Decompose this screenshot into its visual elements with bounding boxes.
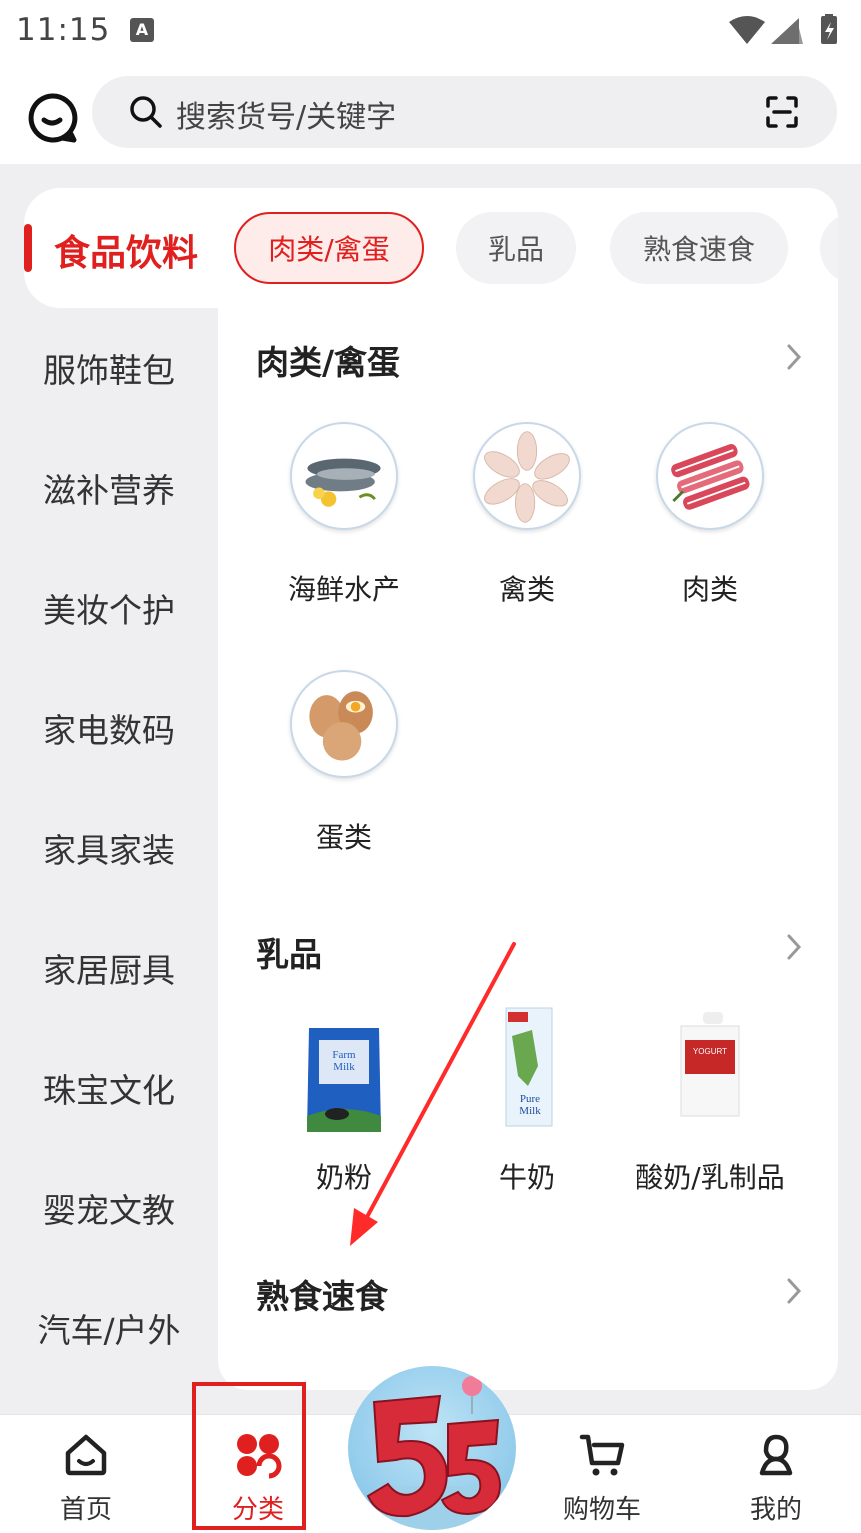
tab-meat-eggs[interactable]: 肉类/禽蛋: [234, 212, 424, 284]
status-bar: 11:15 A: [0, 0, 861, 60]
category-item-label: 蛋类: [315, 821, 372, 854]
chicken-icon: [473, 422, 581, 530]
search-placeholder: 搜索货号/关键字: [176, 100, 397, 135]
nav-label-home: 首页: [59, 1495, 112, 1525]
category-item-eggs[interactable]: 蛋类: [259, 670, 429, 856]
section-title-deli: 熟食速食: [256, 1277, 388, 1316]
category-item-meat[interactable]: 肉类: [625, 422, 795, 608]
category-item-yogurt[interactable]: YOGURT 酸奶/乳制品: [625, 1006, 795, 1196]
keyboard-a-icon: A: [130, 18, 154, 42]
nav-label-profile: 我的: [749, 1495, 802, 1525]
sidebar-item-nutrition[interactable]: 滋补营养: [0, 428, 218, 548]
sidebar-item-furniture[interactable]: 家具家装: [0, 788, 218, 908]
tab-dairy[interactable]: 乳品: [456, 212, 576, 284]
category-item-label: 肉类: [681, 573, 738, 606]
chevron-right-icon[interactable]: [784, 1276, 804, 1306]
nav-cart[interactable]: 购物车: [542, 1415, 662, 1533]
yogurt-icon: YOGURT: [655, 1006, 765, 1136]
tab-deli[interactable]: 熟食速食: [610, 212, 788, 284]
sidebar-item-auto-outdoor[interactable]: 汽车/户外: [0, 1268, 218, 1388]
tab-more[interactable]: [820, 212, 838, 284]
meat-icon: [656, 422, 764, 530]
category-item-poultry[interactable]: 禽类: [442, 422, 612, 608]
sidebar-item-beauty[interactable]: 美妆个护: [0, 548, 218, 668]
category-item-label: 酸奶/乳制品: [635, 1161, 785, 1194]
fish-icon: [290, 422, 398, 530]
subcategory-tabs: 肉类/禽蛋 乳品 熟食速食: [234, 212, 838, 284]
status-indicators-icon: [729, 14, 837, 44]
annotation-arrow-icon: [350, 942, 516, 1246]
nav-label-cart: 购物车: [562, 1495, 641, 1525]
chevron-right-icon[interactable]: [784, 342, 804, 372]
sidebar-item-clothing[interactable]: 服饰鞋包: [0, 308, 218, 428]
header: 搜索货号/关键字: [0, 60, 861, 164]
section-title-dairy: 乳品: [256, 935, 322, 974]
status-time: 11:15: [16, 12, 111, 48]
nav-profile[interactable]: 我的: [716, 1415, 836, 1533]
scan-icon[interactable]: [765, 95, 799, 129]
sidebar-item-jewelry[interactable]: 珠宝文化: [0, 1028, 218, 1148]
promo-5-icon: [366, 1376, 502, 1530]
category-sidebar: 服饰鞋包 滋补营养 美妆个护 家电数码 家具家装 家居厨具 珠宝文化 婴宠文教 …: [0, 164, 218, 1414]
promo-badge[interactable]: [348, 1366, 516, 1530]
category-item-seafood[interactable]: 海鲜水产: [259, 422, 429, 608]
svg-text:YOGURT: YOGURT: [693, 1047, 727, 1056]
cart-icon: [579, 1434, 625, 1476]
search-icon: [130, 96, 162, 128]
chevron-right-icon[interactable]: [784, 932, 804, 962]
customer-service-chat-icon[interactable]: [26, 92, 78, 144]
annotation-highlight-box: [192, 1382, 306, 1530]
category-item-label: 禽类: [498, 573, 555, 606]
sidebar-item-baby-pet[interactable]: 婴宠文教: [0, 1148, 218, 1268]
section-title-meat-eggs: 肉类/禽蛋: [256, 343, 401, 382]
profile-icon: [759, 1434, 793, 1476]
sidebar-item-kitchen[interactable]: 家居厨具: [0, 908, 218, 1028]
sidebar-item-electronics[interactable]: 家电数码: [0, 668, 218, 788]
home-icon: [65, 1434, 107, 1476]
search-input[interactable]: 搜索货号/关键字: [92, 76, 837, 148]
category-item-label: 海鲜水产: [287, 573, 400, 606]
egg-icon: [290, 670, 398, 778]
nav-home[interactable]: 首页: [26, 1415, 146, 1533]
